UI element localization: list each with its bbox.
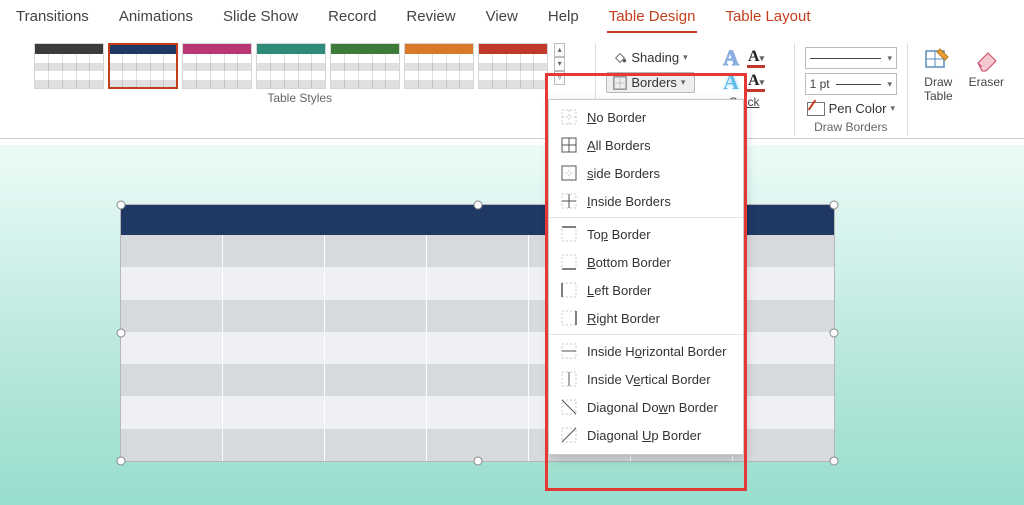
borders-menu-item-right[interactable]: Right Border [549,304,743,332]
chevron-down-icon: ▾ [683,52,688,63]
pen-weight-combo[interactable]: 1 pt ▾ [805,73,897,95]
group-label-drawborders: Draw Borders [814,120,887,134]
wordart-style-glow[interactable]: A [723,71,739,93]
resize-handle[interactable] [830,329,839,338]
table-style-swatch[interactable] [404,43,474,89]
borders-menu-item-iv[interactable]: Inside Vertical Border [549,365,743,393]
table-styles-gallery[interactable]: ▴▾▿ [34,43,565,89]
menu-item-label: Inside Vertical Border [587,372,711,387]
pen-color-label: Pen Color [829,101,887,116]
wordart-style-outline[interactable]: A [723,47,739,69]
shading-label: Shading [631,50,679,65]
pen-color-icon [807,102,825,116]
resize-handle[interactable] [473,201,482,210]
chevron-down-icon: ▾ [887,53,892,64]
menu-item-label: Bottom Border [587,255,671,270]
tab-review[interactable]: Review [404,6,457,33]
tab-help[interactable]: Help [546,6,581,33]
draw-table-icon [924,45,952,73]
borders-menu-item-top[interactable]: Top Border [549,220,743,248]
line-weight-preview [836,84,882,85]
tab-slideshow[interactable]: Slide Show [221,6,300,33]
menu-item-label: side Borders [587,166,660,181]
ribbon: ▴▾▿ Table Styles Shading ▾ Borders ▾ A A… [0,37,1024,139]
borders-menu-item-inside[interactable]: Inside Borders [549,187,743,215]
borders-menu-item-left[interactable]: Left Border [549,276,743,304]
borders-menu-item-du[interactable]: Diagonal Up Border [549,421,743,449]
text-outline-button[interactable]: A▾ [747,73,765,92]
tab-transitions[interactable]: Transitions [14,6,91,33]
text-fill-button[interactable]: A▾ [747,49,765,68]
resize-handle[interactable] [830,457,839,466]
eraser-label: Eraser [969,75,1004,89]
table-style-swatch[interactable] [330,43,400,89]
table-style-swatch[interactable] [478,43,548,89]
borders-menu-item-none[interactable]: No Border [549,103,743,131]
tab-animations[interactable]: Animations [117,6,195,33]
borders-icon [613,76,627,90]
borders-menu-item-outside[interactable]: side Borders [549,159,743,187]
gallery-down[interactable]: ▾ [554,57,565,71]
line-style-preview [810,58,882,59]
paint-bucket-icon [613,51,627,65]
chevron-down-icon: ▾ [681,77,686,88]
chevron-down-icon: ▾ [890,103,895,114]
menu-item-label: No Border [587,110,646,125]
borders-menu-item-ih[interactable]: Inside Horizontal Border [549,337,743,365]
borders-menu-item-bottom[interactable]: Bottom Border [549,248,743,276]
table-style-swatch[interactable] [182,43,252,89]
table-style-swatch[interactable] [256,43,326,89]
chevron-down-icon: ▾ [887,79,892,90]
ribbon-tabs: Transitions Animations Slide Show Record… [0,0,1024,37]
tab-record[interactable]: Record [326,6,378,33]
menu-item-label: All Borders [587,138,651,153]
eraser-button[interactable]: Eraser [963,43,1010,91]
table-style-swatch[interactable] [34,43,104,89]
tab-tabledesign[interactable]: Table Design [607,6,698,33]
borders-button[interactable]: Borders ▾ [606,72,694,93]
draw-table-label: Draw Table [924,75,953,103]
gallery-up[interactable]: ▴ [554,43,565,57]
pen-color-button[interactable]: Pen Color ▾ [805,99,897,118]
resize-handle[interactable] [117,329,126,338]
resize-handle[interactable] [117,457,126,466]
pen-style-combo[interactable]: ▾ [805,47,897,69]
borders-menu-item-all[interactable]: All Borders [549,131,743,159]
resize-handle[interactable] [117,201,126,210]
menu-item-label: Inside Horizontal Border [587,344,726,359]
menu-item-label: Diagonal Up Border [587,428,701,443]
resize-handle[interactable] [473,457,482,466]
slide-canvas[interactable] [0,145,1024,505]
group-label-tablestyles: Table Styles [267,91,332,105]
tab-tablelayout[interactable]: Table Layout [723,6,812,33]
menu-item-label: Diagonal Down Border [587,400,718,415]
borders-label: Borders [631,75,677,90]
menu-item-label: Inside Borders [587,194,671,209]
resize-handle[interactable] [830,201,839,210]
table-style-swatch[interactable] [108,43,178,89]
menu-item-label: Right Border [587,311,660,326]
borders-menu-item-dd[interactable]: Diagonal Down Border [549,393,743,421]
pen-weight-value: 1 pt [810,77,830,91]
borders-dropdown: No Border All Borders side Borders Inside B… [548,99,744,455]
menu-item-label: Top Border [587,227,651,242]
tab-view[interactable]: View [484,6,520,33]
menu-item-label: Left Border [587,283,651,298]
gallery-more[interactable]: ▿ [554,71,565,85]
eraser-icon [972,45,1000,73]
shading-button[interactable]: Shading ▾ [606,47,694,68]
draw-table-button[interactable]: Draw Table [918,43,959,105]
